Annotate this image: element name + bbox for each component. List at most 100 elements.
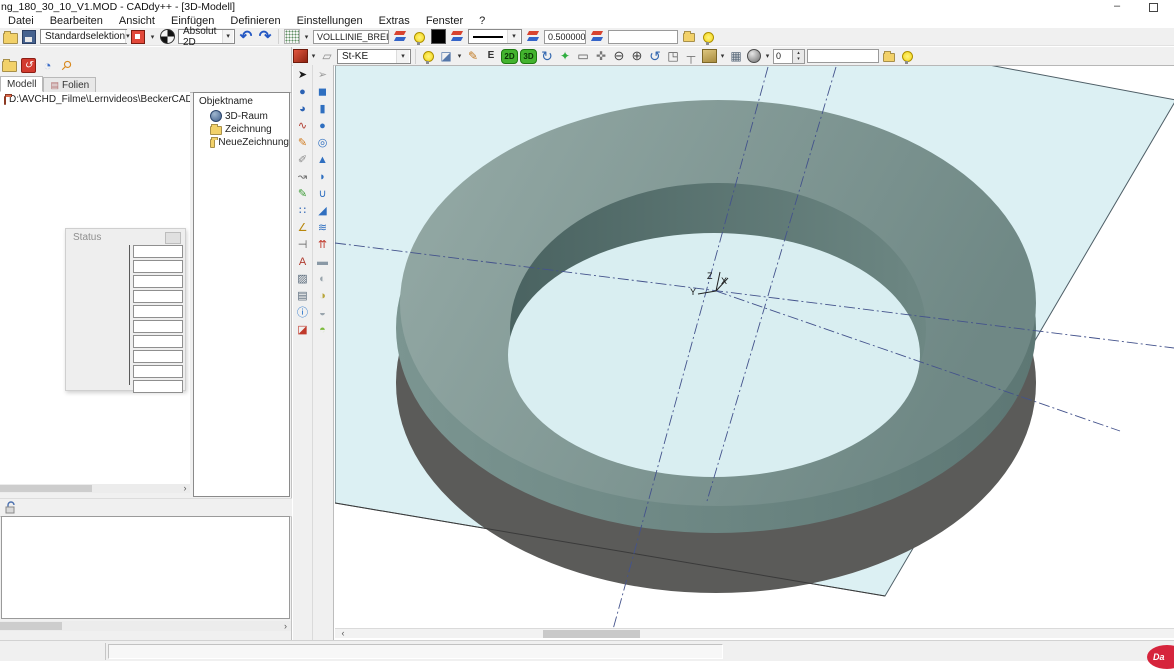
scroll-right-icon[interactable]: › xyxy=(280,621,291,631)
tab-folien[interactable]: ▤ Folien xyxy=(43,77,97,92)
status-panel-button[interactable] xyxy=(165,232,181,244)
eraser-tool-icon[interactable]: ◪ xyxy=(294,322,311,339)
snap-name-input[interactable] xyxy=(807,49,879,63)
chevron-down-icon[interactable]: ▾ xyxy=(125,30,130,43)
layers-style-icon[interactable] xyxy=(527,31,540,43)
coordinate-mode-combo[interactable]: Absolut 2D ▾ xyxy=(178,26,235,48)
shading-sphere-icon[interactable] xyxy=(747,49,761,63)
status-field[interactable] xyxy=(133,320,183,333)
zoom-window-icon[interactable]: ◳ xyxy=(665,48,681,64)
menu-item-einstellungen[interactable]: Einstellungen xyxy=(289,15,371,27)
measure-tool-icon[interactable]: ⊣ xyxy=(294,237,311,254)
plane-select-dropdown-icon[interactable]: ▾ xyxy=(456,52,463,60)
panel-horizontal-scrollbar[interactable]: › xyxy=(0,621,291,631)
status-field[interactable] xyxy=(133,275,183,288)
shading-dropdown-icon[interactable]: ▾ xyxy=(764,52,771,60)
line-width-input[interactable]: 0.500000 xyxy=(544,29,586,44)
status-field[interactable] xyxy=(133,245,183,258)
view-2d-badge[interactable]: 2D xyxy=(501,48,518,64)
box-solid-icon[interactable]: ◼ xyxy=(314,84,331,101)
menu-item-extras[interactable]: Extras xyxy=(371,15,418,27)
history-icon[interactable]: ◔ xyxy=(40,58,55,73)
hatch-tool-icon[interactable]: ▨ xyxy=(294,271,311,288)
grid-snap-icon[interactable] xyxy=(284,29,300,44)
cone-solid-icon[interactable]: ▲ xyxy=(314,152,331,169)
status-field[interactable] xyxy=(133,380,183,393)
select-solid-icon[interactable]: ➢ xyxy=(314,67,331,84)
extrude-tool-icon[interactable]: ⇈ xyxy=(314,237,331,254)
coordinate-system-combo[interactable]: St-KE ▾ xyxy=(337,48,411,64)
render-mode-icon[interactable] xyxy=(701,49,717,63)
menu-item-fenster[interactable]: Fenster xyxy=(418,15,471,27)
lamp-icon[interactable] xyxy=(901,51,913,64)
boolean-intersect-icon[interactable]: ◒ xyxy=(314,305,331,322)
scrollbar-thumb[interactable] xyxy=(0,622,62,630)
orientation-sphere-icon[interactable] xyxy=(159,29,175,44)
orbit-view-icon[interactable]: ◕ xyxy=(294,101,311,118)
line-style-combo[interactable]: ▾ xyxy=(468,29,522,44)
boolean-subtract-icon[interactable]: ◑ xyxy=(314,288,331,305)
status-field[interactable] xyxy=(133,335,183,348)
model-viewport[interactable]: Y Z X xyxy=(335,65,1174,628)
tree-item-neuezeichnung[interactable]: NeueZeichnung xyxy=(194,136,289,149)
layers-width-icon[interactable] xyxy=(591,31,604,43)
chevron-down-icon[interactable]: ▾ xyxy=(396,49,409,63)
select-tool-icon[interactable]: ➤ xyxy=(294,67,311,84)
grid-dropdown-icon[interactable]: ▾ xyxy=(303,33,310,41)
bend-tool-icon[interactable]: ∠ xyxy=(294,220,311,237)
redo-icon[interactable]: ↷ xyxy=(257,28,273,45)
polyline-tool-icon[interactable]: ∿ xyxy=(294,118,311,135)
lamp-icon[interactable] xyxy=(702,31,714,45)
tree-horizontal-scrollbar[interactable]: › xyxy=(0,484,190,493)
open-file-icon[interactable] xyxy=(2,30,18,44)
boolean-union-icon[interactable]: ◐ xyxy=(314,271,331,288)
zoom-in-icon[interactable]: ⊕ xyxy=(629,48,645,64)
scroll-right-icon[interactable]: › xyxy=(180,484,190,493)
sketch-tool-icon[interactable]: ✐ xyxy=(294,152,311,169)
torus-solid-icon[interactable]: ◎ xyxy=(314,135,331,152)
spin-down-icon[interactable]: ▾ xyxy=(793,56,804,63)
render-dropdown-icon[interactable]: ▾ xyxy=(719,52,726,60)
status-field[interactable] xyxy=(133,350,183,363)
sphere-solid-icon[interactable]: ● xyxy=(314,118,331,135)
text-tool-icon[interactable]: A xyxy=(294,254,311,271)
status-field[interactable] xyxy=(133,260,183,273)
tree-item-model-file[interactable]: D:\AVCHD_Filme\Lernvideos\BeckerCAD 3D P… xyxy=(0,92,190,105)
view-3d-badge[interactable]: 3D xyxy=(520,48,537,64)
pen-tool-icon[interactable]: ✎ xyxy=(294,186,311,203)
wedge-solid-icon[interactable]: ◢ xyxy=(314,203,331,220)
layers-icon[interactable] xyxy=(394,31,407,43)
hatch-area-icon[interactable]: ▤ xyxy=(294,288,311,305)
new-folder-icon[interactable] xyxy=(2,59,17,72)
workplane-red-icon[interactable] xyxy=(292,49,308,63)
workplane-dropdown-icon[interactable]: ▾ xyxy=(310,52,317,60)
ring-hole[interactable] xyxy=(508,233,920,477)
zoom-out-icon[interactable]: ⊖ xyxy=(611,48,627,64)
pencil-tool-icon[interactable]: ✎ xyxy=(294,135,311,152)
status-field[interactable] xyxy=(133,290,183,303)
status-panel[interactable]: Status xyxy=(65,228,186,393)
element-mode-icon[interactable]: E xyxy=(483,48,499,64)
info-tool-icon[interactable]: ⓘ xyxy=(294,305,311,322)
maximize-button[interactable] xyxy=(1142,2,1164,13)
tab-modell[interactable]: Modell xyxy=(0,76,44,92)
boolean-cut-icon[interactable]: ◓ xyxy=(314,322,331,339)
pan-hand-icon[interactable]: ✜ xyxy=(593,48,609,64)
plane-icon[interactable]: ▱ xyxy=(319,48,335,64)
menu-item-ansicht[interactable]: Ansicht xyxy=(111,15,163,27)
chevron-down-icon[interactable]: ▾ xyxy=(222,30,233,43)
selection-box-dropdown-icon[interactable]: ▾ xyxy=(149,33,156,41)
menu-item-bearbeiten[interactable]: Bearbeiten xyxy=(42,15,111,27)
cylinder-solid-icon[interactable]: ▮ xyxy=(314,101,331,118)
save-icon[interactable] xyxy=(22,29,36,44)
line-type-input[interactable]: VOLLLINIE_BREIT xyxy=(313,29,389,44)
selection-mode-combo[interactable]: Standardselektion ▾ xyxy=(40,29,130,44)
rotate-view-icon[interactable]: ↻ xyxy=(539,48,555,64)
layers-color-icon[interactable] xyxy=(451,31,464,43)
delete-icon[interactable]: ↺ xyxy=(21,57,36,73)
folder-edit-icon[interactable] xyxy=(883,50,895,62)
unlock-icon[interactable] xyxy=(4,501,17,515)
shell-solid-icon[interactable]: ◗ xyxy=(314,169,331,186)
pipe-solid-icon[interactable]: ∪ xyxy=(314,186,331,203)
zoom-rect-icon[interactable]: ▭ xyxy=(575,48,591,64)
